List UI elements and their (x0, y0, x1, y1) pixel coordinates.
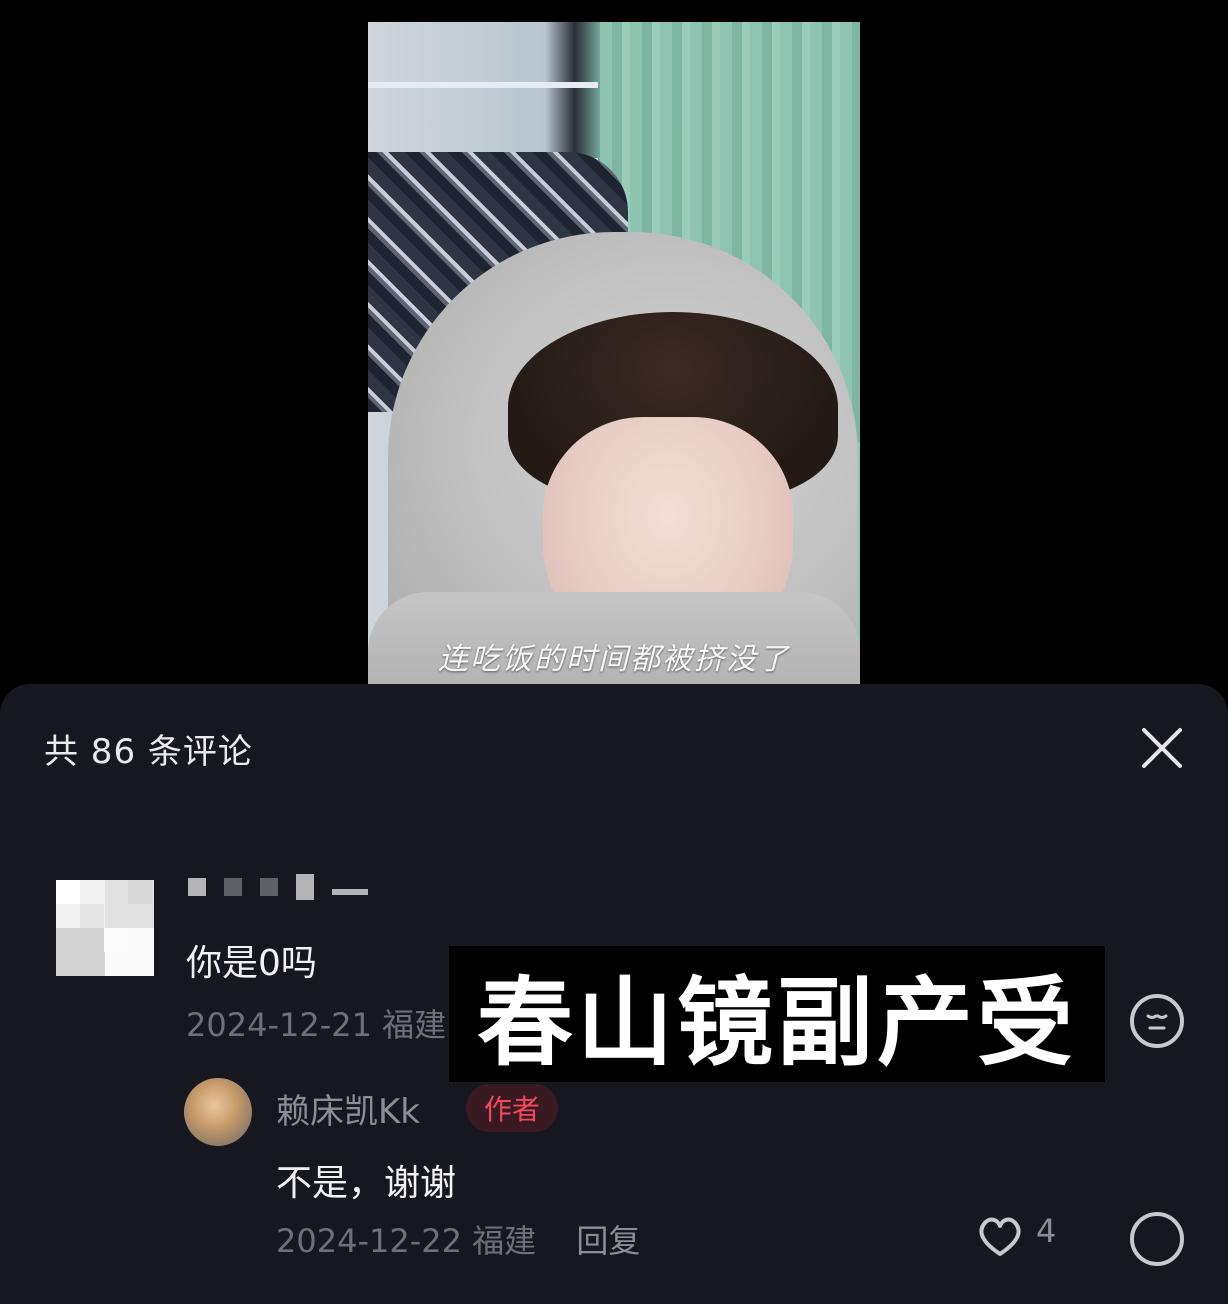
close-icon[interactable] (1138, 724, 1186, 772)
reply-meta: 2024-12-22 福建 回复 (276, 1216, 640, 1262)
avatar-pixelated[interactable] (56, 880, 154, 976)
author-avatar[interactable] (184, 1078, 252, 1146)
comment-meta: 2024-12-21 福建 (186, 1000, 446, 1046)
comment-location: 福建 (382, 1006, 447, 1044)
reply-text: 不是，谢谢 (276, 1163, 457, 1204)
comment-date: 2024-12-21 (186, 1006, 372, 1044)
more-options-icon[interactable] (1130, 1212, 1184, 1266)
comment-count-title: 共 86 条评论 (44, 732, 253, 772)
like-count: 4 (1036, 1212, 1057, 1250)
comment-text: 你是0吗 (186, 943, 317, 984)
comment-sheet: 共 86 条评论 你是0吗 2024-12-21 福建 春山镜副产受 赖床凯Kk… (0, 684, 1228, 1304)
username-pixelated[interactable] (188, 874, 368, 900)
overlay-caption: 春山镜副产受 (449, 946, 1105, 1082)
video-frame[interactable]: 连吃饭的时间都被挤没了 (368, 22, 860, 684)
author-name[interactable]: 赖床凯Kk (276, 1084, 420, 1133)
video-caption: 连吃饭的时间都被挤没了 (438, 642, 790, 677)
reply-location: 福建 (472, 1222, 537, 1260)
heart-icon[interactable] (974, 1212, 1026, 1258)
reply-button[interactable]: 回复 (576, 1222, 640, 1260)
author-badge: 作者 (466, 1084, 559, 1132)
reply-date: 2024-12-22 (276, 1222, 462, 1260)
emoji-reaction-icon[interactable] (1130, 994, 1184, 1048)
